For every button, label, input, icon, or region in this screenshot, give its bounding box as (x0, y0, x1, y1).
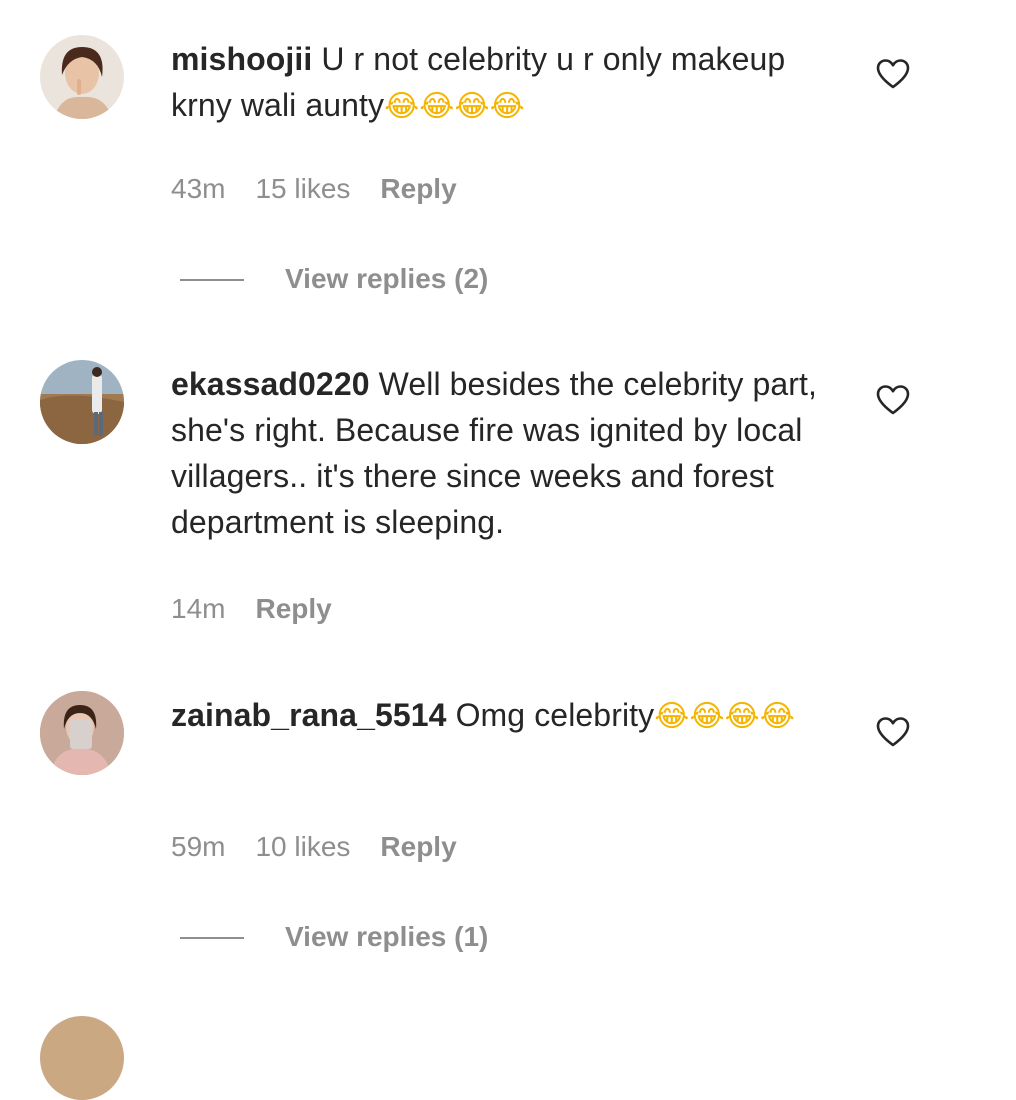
comment-time: 14m (171, 593, 226, 624)
comment-text: zainab_rana_5514 Omg celebrity😂😂😂😂 (171, 692, 841, 740)
divider (180, 937, 244, 939)
comment-body: Omg celebrity (455, 697, 655, 733)
divider (180, 279, 244, 281)
comment-meta: 43m 15 likes Reply (171, 173, 487, 205)
like-heart-icon[interactable] (876, 384, 910, 416)
view-replies-label[interactable]: View replies (2) (285, 262, 488, 296)
comment-username[interactable]: zainab_rana_5514 (171, 697, 447, 733)
avatar[interactable] (40, 691, 124, 775)
like-heart-icon[interactable] (876, 58, 910, 90)
avatar[interactable] (40, 360, 124, 444)
avatar[interactable] (40, 1016, 124, 1100)
reply-button[interactable]: Reply (255, 593, 331, 624)
comment-emoji: 😂😂😂😂 (654, 699, 795, 734)
comment-time: 59m (171, 831, 226, 862)
comment-likes[interactable]: 15 likes (255, 173, 350, 204)
comment-text: ekassad0220 Well besides the celebrity p… (171, 361, 841, 545)
comment-emoji: 😂😂😂😂 (384, 89, 525, 124)
reply-button[interactable]: Reply (380, 831, 456, 862)
comment-text: mishoojii U r not celebrity u r only mak… (171, 36, 841, 130)
comment-username[interactable]: ekassad0220 (171, 366, 370, 402)
comment-time: 43m (171, 173, 226, 204)
view-replies-label[interactable]: View replies (1) (285, 920, 488, 954)
comment-username[interactable]: mishoojii (171, 41, 312, 77)
reply-button[interactable]: Reply (380, 173, 456, 204)
avatar[interactable] (40, 35, 124, 119)
comment-likes[interactable]: 10 likes (255, 831, 350, 862)
comment-meta: 59m 10 likes Reply (171, 831, 487, 863)
like-heart-icon[interactable] (876, 716, 910, 748)
comment-meta: 14m Reply (171, 593, 362, 625)
